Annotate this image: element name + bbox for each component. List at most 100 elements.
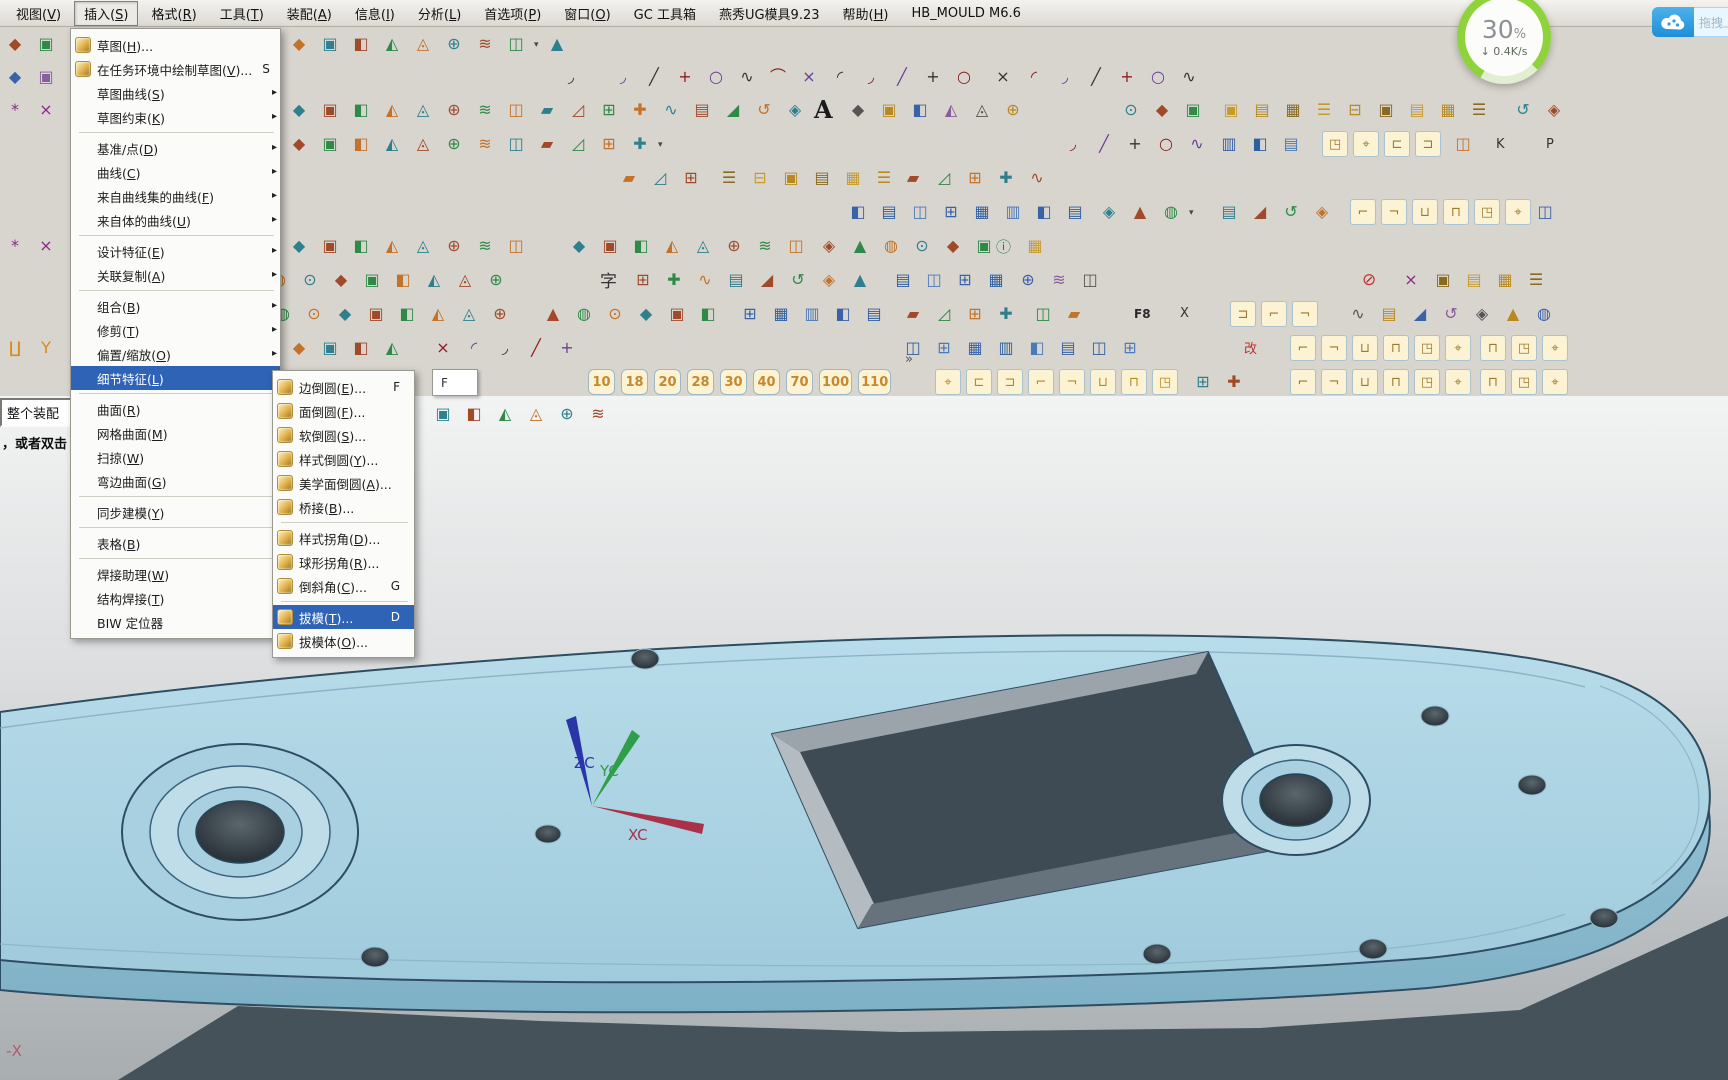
tool-icon[interactable]: ∿ — [1345, 301, 1371, 327]
tool-icon[interactable]: ◳ — [1152, 369, 1178, 395]
tool-icon[interactable]: ◧ — [348, 31, 374, 57]
tool-icon[interactable]: ◞ — [1060, 131, 1086, 157]
tool-icon[interactable]: ☰ — [1311, 97, 1337, 123]
tool-icon[interactable]: ◆ — [286, 335, 312, 361]
tool-icon[interactable]: ▤ — [809, 165, 835, 191]
tool-icon[interactable]: ⊐ — [1415, 131, 1441, 157]
tool-icon[interactable]: ▰ — [900, 301, 926, 327]
tool-icon[interactable]: ◭ — [379, 335, 405, 361]
tool-icon[interactable]: ◫ — [1086, 335, 1112, 361]
tool-icon[interactable]: ⊙ — [1118, 97, 1144, 123]
tool-icon[interactable]: ◆ — [633, 301, 659, 327]
menubar-item[interactable]: 首选项(P) — [474, 1, 551, 26]
tool-icon[interactable]: ▣ — [430, 401, 456, 427]
tool-icon[interactable]: ▲ — [540, 301, 566, 327]
tool-icon[interactable]: ◈ — [782, 97, 808, 123]
tool-icon[interactable]: ▣ — [1180, 97, 1206, 123]
tool-icon[interactable]: ≋ — [472, 233, 498, 259]
tool-icon[interactable]: ✚ — [627, 131, 653, 157]
tool-icon[interactable]: ◭ — [659, 233, 685, 259]
tool-icon[interactable]: ⊞ — [630, 267, 656, 293]
tool-icon[interactable]: ⊔ — [1352, 335, 1378, 361]
tool-icon[interactable]: + — [1114, 64, 1140, 90]
tool-icon[interactable]: ⊓ — [1383, 369, 1409, 395]
tool-icon[interactable]: ▥ — [993, 335, 1019, 361]
tool-icon[interactable]: ◫ — [1450, 131, 1476, 157]
tool-icon[interactable]: ◆ — [328, 267, 354, 293]
tool-icon[interactable]: ✚ — [993, 165, 1019, 191]
tool-icon[interactable]: ◢ — [1247, 199, 1273, 225]
tool-icon[interactable]: × — [430, 335, 456, 361]
menu-item[interactable]: 关联复制(A)▸ — [71, 263, 280, 287]
menu-item[interactable]: 来自曲线集的曲线(F)▸ — [71, 184, 280, 208]
tool-icon[interactable]: ◭ — [379, 97, 405, 123]
tool-icon[interactable]: ⊞ — [962, 301, 988, 327]
tool-icon[interactable]: ◞ — [558, 64, 584, 90]
dropdown-caret-icon[interactable]: ▾ — [1189, 208, 1194, 218]
tool-icon[interactable]: ◫ — [1077, 267, 1103, 293]
menubar-item[interactable]: 窗口(O) — [554, 1, 620, 26]
dropdown-caret-icon[interactable]: ▾ — [658, 140, 663, 150]
tool-icon[interactable]: ◈ — [1541, 97, 1567, 123]
tool-icon[interactable]: ◧ — [845, 199, 871, 225]
tool-icon[interactable]: + — [554, 335, 580, 361]
tool-icon[interactable]: ▦ — [983, 267, 1009, 293]
tool-icon[interactable]: ▣ — [1373, 97, 1399, 123]
tool-icon[interactable]: ⌐ — [1290, 369, 1316, 395]
tool-icon[interactable]: ⌐ — [1028, 369, 1054, 395]
tool-icon[interactable]: ◆ — [845, 97, 871, 123]
tool-icon[interactable]: ¬ — [1292, 301, 1318, 327]
tool-icon[interactable]: ▦ — [1492, 267, 1518, 293]
tool-icon[interactable]: ▣ — [359, 267, 385, 293]
tool-icon[interactable]: ◬ — [452, 267, 478, 293]
tool-icon[interactable]: * — [2, 97, 28, 123]
tool-icon[interactable]: Y — [33, 335, 59, 361]
tool-icon[interactable]: ⊞ — [596, 97, 622, 123]
tool-icon[interactable]: ◈ — [1096, 199, 1122, 225]
tool-icon[interactable]: ≋ — [472, 31, 498, 57]
tool-icon[interactable]: ◫ — [921, 267, 947, 293]
tool-icon[interactable]: ◞ — [858, 64, 884, 90]
tool-icon[interactable]: ⊕ — [721, 233, 747, 259]
tool-icon[interactable]: ≋ — [752, 233, 778, 259]
menu-item[interactable]: 弯边曲面(G)▸ — [71, 469, 280, 493]
tool-icon[interactable]: ◈ — [1469, 301, 1495, 327]
tool-icon[interactable]: ▣ — [971, 233, 997, 259]
tool-icon[interactable]: ◢ — [720, 97, 746, 123]
menu-item[interactable]: 细节特征(L)▸ — [71, 366, 280, 390]
tool-icon[interactable]: ◢ — [754, 267, 780, 293]
tool-icon[interactable]: ◍ — [571, 301, 597, 327]
size-preset-button[interactable]: 10 — [588, 369, 615, 395]
menu-item[interactable]: BIW 定位器▸ — [71, 610, 280, 634]
tool-icon[interactable]: ⌐ — [1350, 199, 1376, 225]
tool-icon[interactable]: ⊞ — [596, 131, 622, 157]
tool-icon[interactable]: ◧ — [1247, 131, 1273, 157]
tool-icon[interactable]: ⊕ — [441, 131, 467, 157]
tool-icon[interactable]: ⌖ — [1542, 369, 1568, 395]
tool-icon[interactable]: ▣ — [597, 233, 623, 259]
tool-icon[interactable]: ⊕ — [441, 233, 467, 259]
tool-icon[interactable]: ¬ — [1321, 335, 1347, 361]
tool-icon[interactable]: ▤ — [1216, 199, 1242, 225]
tool-icon[interactable]: ▰ — [616, 165, 642, 191]
menu-item[interactable]: 在任务环境中绘制草图(V)...S — [71, 57, 280, 81]
tool-icon[interactable]: ⊓ — [1480, 335, 1506, 361]
tool-icon[interactable]: ◈ — [816, 233, 842, 259]
menubar-item[interactable]: GC 工具箱 — [624, 1, 706, 26]
tool-icon[interactable]: ⊕ — [441, 97, 467, 123]
tool-icon[interactable]: ▣ — [317, 97, 343, 123]
menu-item[interactable]: 网格曲面(M)▸ — [71, 421, 280, 445]
tool-icon[interactable]: ╱ — [641, 64, 667, 90]
tool-icon[interactable]: ◆ — [2, 64, 28, 90]
tool-icon[interactable]: ◫ — [503, 131, 529, 157]
size-preset-button[interactable]: 110 — [858, 369, 891, 395]
tool-icon[interactable]: ◜ — [1021, 64, 1047, 90]
tool-icon[interactable]: ◿ — [931, 165, 957, 191]
menubar-item[interactable]: 视图(V) — [6, 1, 71, 26]
tool-icon[interactable]: ◞ — [1052, 64, 1078, 90]
tool-icon[interactable]: ▣ — [778, 165, 804, 191]
tool-icon[interactable]: ▲ — [1500, 301, 1526, 327]
tool-icon[interactable]: ▦ — [1435, 97, 1461, 123]
tool-icon[interactable]: ✚ — [1221, 369, 1247, 395]
tool-icon[interactable]: ▣ — [876, 97, 902, 123]
